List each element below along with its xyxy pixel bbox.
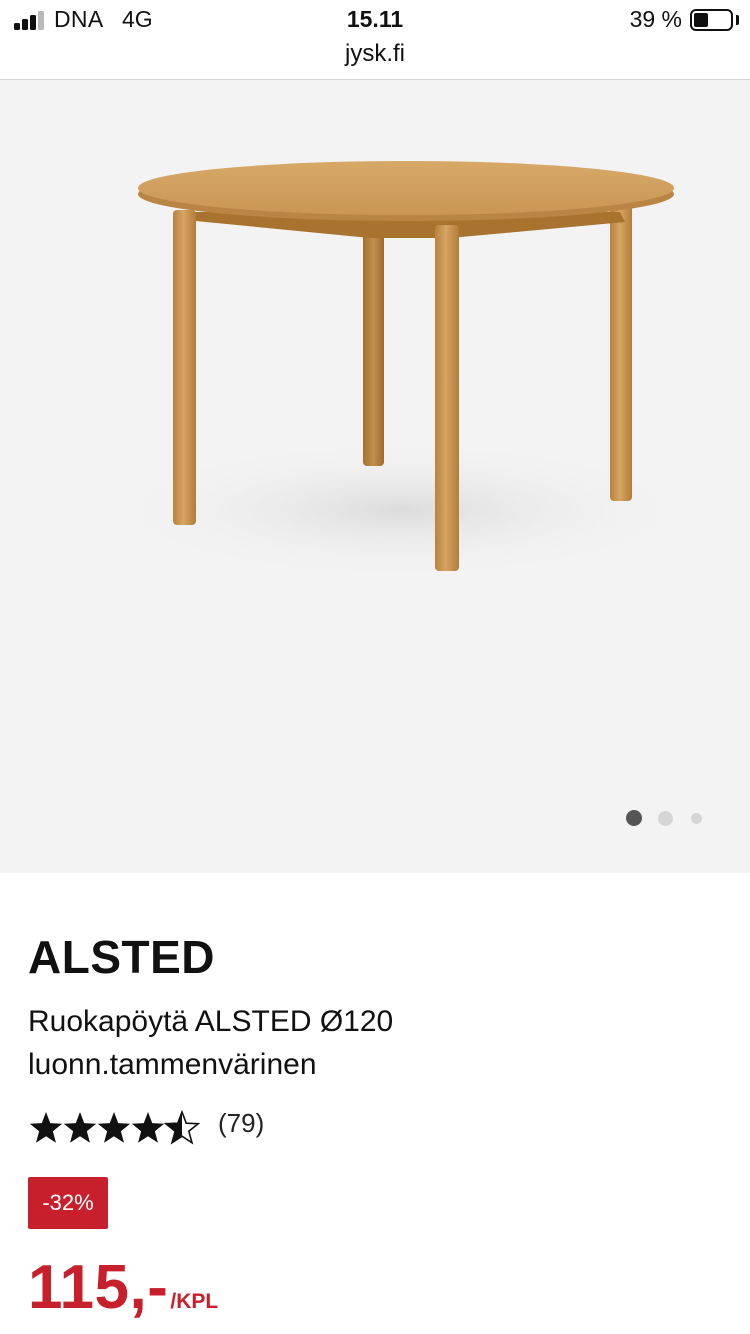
star-icon bbox=[63, 1112, 97, 1143]
review-count[interactable]: (79) bbox=[218, 1108, 264, 1139]
gallery-dot[interactable] bbox=[626, 810, 642, 826]
battery-icon bbox=[690, 9, 733, 31]
star-icon bbox=[29, 1112, 63, 1143]
product-image-gallery[interactable] bbox=[0, 80, 750, 873]
battery-percentage: 39 % bbox=[629, 6, 682, 32]
gallery-dot[interactable] bbox=[690, 812, 702, 824]
price-unit: /KPL bbox=[170, 1290, 219, 1313]
product-price: 115,-/KPL bbox=[28, 1252, 218, 1323]
gallery-dot[interactable] bbox=[657, 810, 673, 826]
rating-stars bbox=[29, 1109, 201, 1145]
product-image-table bbox=[100, 161, 700, 580]
status-bar: DNA 4G 15.11 jysk.fi 39 % bbox=[0, 0, 750, 80]
star-icon bbox=[97, 1112, 131, 1143]
product-description: Ruokapöytä ALSTED Ø120 luonn.tammenvärin… bbox=[28, 1005, 394, 1081]
discount-badge: -32% bbox=[28, 1177, 108, 1229]
battery-tip bbox=[736, 15, 739, 25]
address-bar-url[interactable]: jysk.fi bbox=[0, 40, 750, 68]
star-icon bbox=[131, 1112, 165, 1143]
price-value: 115,- bbox=[28, 1253, 169, 1322]
product-brand: ALSTED bbox=[28, 931, 215, 983]
